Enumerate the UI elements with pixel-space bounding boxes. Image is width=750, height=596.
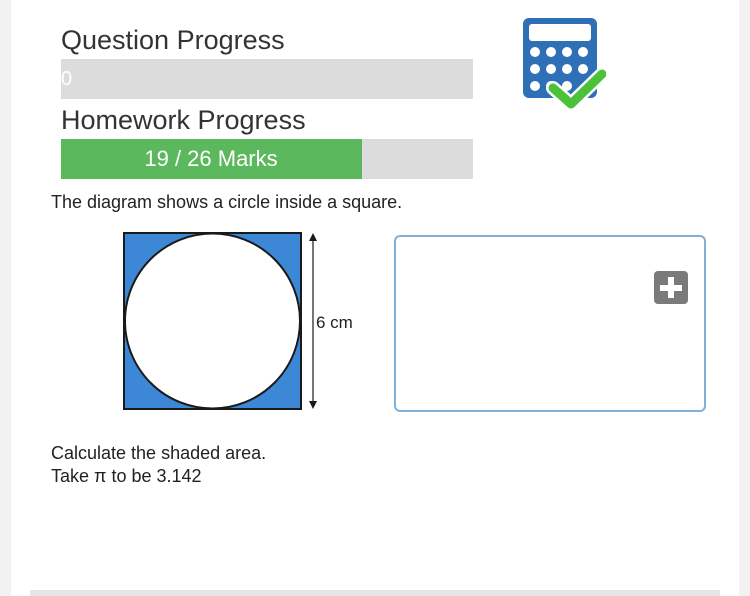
question-intro: The diagram shows a circle inside a squa… (51, 192, 403, 212)
question-progress-value: 0 (61, 68, 73, 90)
question-progress-bar: 0 (61, 59, 473, 99)
homework-progress-value: 19 / 26 Marks (144, 146, 278, 171)
homework-progress-heading: Homework Progress (61, 105, 306, 135)
instruction-line-2: Take π to be 3.142 (51, 466, 202, 486)
question-progress-heading: Question Progress (61, 25, 285, 55)
footer-divider (30, 590, 720, 596)
add-answer-button[interactable] (654, 271, 688, 304)
homework-progress-bar: 19 / 26 Marks (61, 139, 473, 179)
side-length-label: 6 cm (316, 313, 353, 332)
circle-in-square-diagram: 6 cm (118, 226, 368, 418)
instruction-line-1: Calculate the shaded area. (51, 443, 267, 463)
answer-input-area[interactable] (394, 235, 706, 412)
calculator-icon (520, 16, 609, 112)
